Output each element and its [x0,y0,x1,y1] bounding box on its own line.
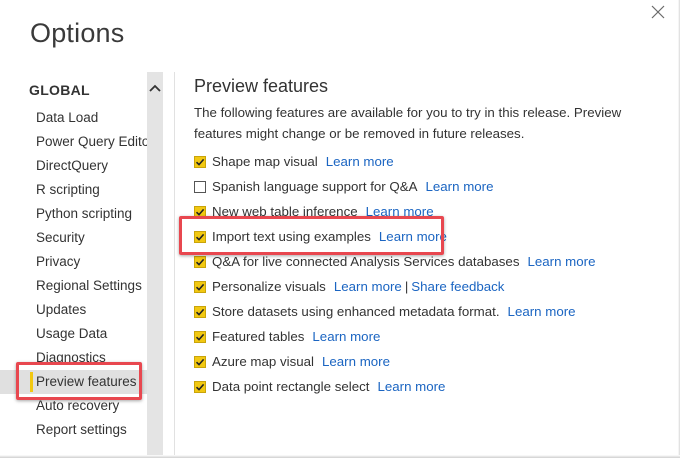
sidebar-item[interactable]: Regional Settings [0,274,148,298]
feature-label: Spanish language support for Q&A [212,179,418,194]
sidebar-item[interactable]: Data Load [0,106,148,130]
feature-checkbox[interactable] [194,355,206,368]
checkmark-icon [195,333,205,341]
learn-more-link[interactable]: Learn more [426,174,494,199]
sidebar-item-label: Regional Settings [36,278,142,293]
sidebar-item[interactable]: Privacy [0,250,148,274]
checkmark-icon [195,158,205,166]
sidebar-item[interactable]: R scripting [0,178,148,202]
feature-checkbox[interactable] [194,305,206,318]
sidebar-item-label: Diagnostics [36,350,106,365]
feature-checkbox[interactable] [194,155,206,168]
feature-item: Spanish language support for Q&A Learn mo… [194,174,664,199]
checkmark-icon [195,208,205,216]
feature-label: Shape map visual [212,154,318,169]
feature-item: Store datasets using enhanced metadata f… [194,299,664,324]
feature-checkbox[interactable] [194,280,206,293]
close-icon [651,5,665,19]
sidebar-item[interactable]: Security [0,226,148,250]
sidebar-item-label: Auto recovery [36,398,120,413]
sidebar-item-label: Updates [36,302,87,317]
feature-label: Personalize visuals [212,279,326,294]
divider [174,72,175,458]
sidebar-item-label: Python scripting [36,206,133,221]
feature-item: Import text using examples Learn more [194,224,664,249]
sidebar-item-label: DirectQuery [36,158,109,173]
sidebar-item[interactable]: Report settings [0,418,148,442]
feature-checkbox[interactable] [194,380,206,393]
feature-item: Q&A for live connected Analysis Services… [194,249,664,274]
feature-label: Data point rectangle select [212,379,370,394]
feature-item: Azure map visual Learn more [194,349,664,374]
sidebar-item[interactable]: Power Query Editor [0,130,154,154]
chevron-up-icon [149,84,161,92]
sidebar-group-title: GLOBAL [29,82,90,98]
share-feedback-link[interactable]: Share feedback [411,274,504,299]
scroll-up-button[interactable] [147,80,163,96]
feature-checkbox[interactable] [194,230,206,243]
checkmark-icon [195,383,205,391]
learn-more-link[interactable]: Learn more [334,274,402,299]
feature-item: Shape map visual Learn more [194,149,664,174]
learn-more-link[interactable]: Learn more [527,249,595,274]
feature-item: Data point rectangle select Learn more [194,374,664,399]
sidebar-item[interactable]: Diagnostics [0,346,148,370]
dialog-title: Options [30,18,125,48]
feature-label: Q&A for live connected Analysis Services… [212,254,520,269]
link-separator: | [404,279,409,294]
learn-more-link[interactable]: Learn more [379,224,447,249]
sidebar-item[interactable]: Preview features [0,370,148,394]
section-title: Preview features [194,76,329,96]
sidebar-item-label: Privacy [36,254,81,269]
feature-checkbox[interactable] [194,255,206,268]
learn-more-link[interactable]: Learn more [322,349,390,374]
checkmark-icon [195,258,205,266]
feature-checkbox[interactable] [194,205,206,218]
sidebar-item-label: Report settings [36,422,127,437]
feature-checkbox[interactable] [194,330,206,343]
learn-more-link[interactable]: Learn more [312,324,380,349]
checkmark-icon [195,233,205,241]
feature-checkbox[interactable] [194,180,206,193]
options-dialog: Options GLOBAL Data Load Power Query Edit… [0,0,680,458]
feature-label: Azure map visual [212,354,314,369]
feature-item: Featured tables Learn more [194,324,664,349]
learn-more-link[interactable]: Learn more [326,149,394,174]
sidebar-item-label: Preview features [36,374,137,389]
sidebar-item-label: Security [36,230,85,245]
close-button[interactable] [648,2,668,22]
checkmark-icon [195,358,205,366]
feature-label: Featured tables [212,329,305,344]
learn-more-link[interactable]: Learn more [366,199,434,224]
sidebar-item-label: Power Query Editor [36,134,154,149]
sidebar: GLOBAL Data Load Power Query Editor Direct… [0,72,154,458]
sidebar-item[interactable]: Python scripting [0,202,148,226]
feature-label: Import text using examples [212,229,371,244]
section-description: The following features are available for… [194,105,622,141]
sidebar-item[interactable]: Auto recovery [0,394,148,418]
sidebar-nav: Data Load Power Query Editor DirectQuery R … [0,106,154,442]
feature-item: New web table inference Learn more [194,199,664,224]
checkmark-icon [195,283,205,291]
feature-item: Personalize visuals Learn more | Share feed… [194,274,664,299]
sidebar-item[interactable]: Updates [0,298,148,322]
learn-more-link[interactable]: Learn more [508,299,576,324]
checkmark-icon [195,308,205,316]
sidebar-scrollbar[interactable] [147,72,163,458]
sidebar-item-label: Usage Data [36,326,108,341]
sidebar-item-label: Data Load [36,110,99,125]
feature-label: Store datasets using enhanced metadata f… [212,304,500,319]
feature-list: Shape map visual Learn more Spanish langua… [194,149,664,399]
sidebar-item[interactable]: DirectQuery [0,154,148,178]
sidebar-item-label: R scripting [36,182,100,197]
sidebar-item[interactable]: Usage Data [0,322,148,346]
feature-label: New web table inference [212,204,358,219]
learn-more-link[interactable]: Learn more [377,374,445,399]
